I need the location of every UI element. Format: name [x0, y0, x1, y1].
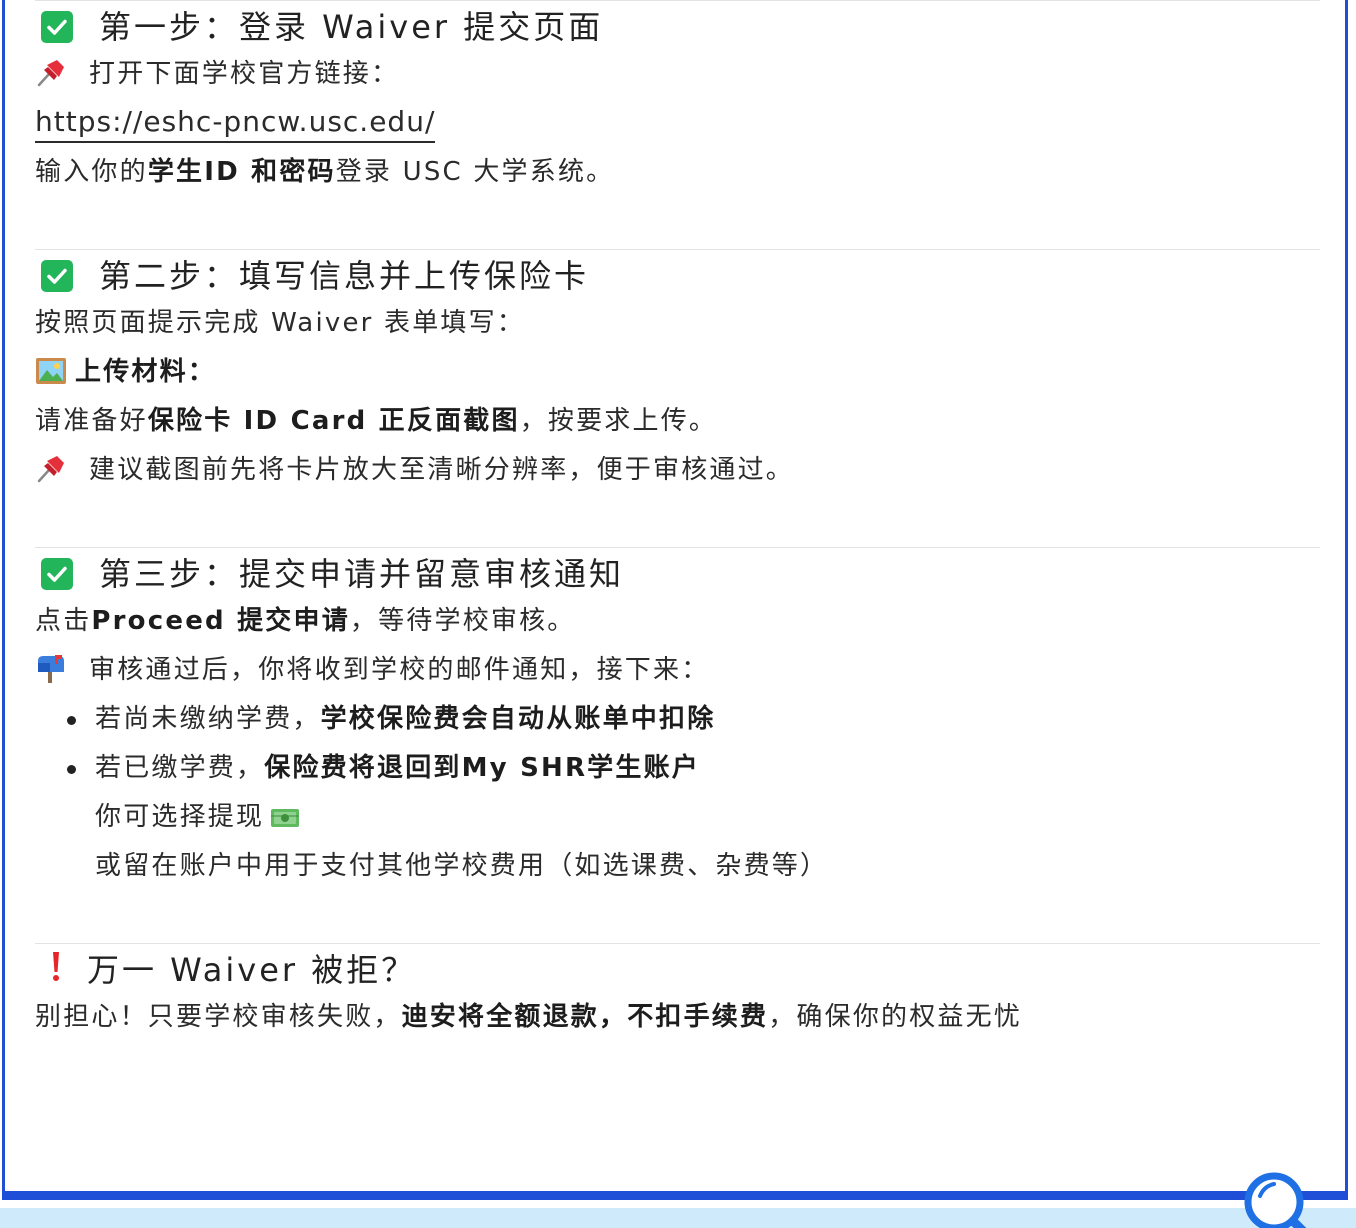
step-1-heading: 第一步：登录 Waiver 提交页面	[35, 1, 1320, 50]
check-icon	[41, 260, 73, 292]
step-3-section: 第三步：提交申请并留意审核通知 点击Proceed 提交申请，等待学校审核。 审…	[35, 548, 1320, 943]
exclamation-icon	[51, 945, 61, 997]
withdraw-line: 你可选择提现	[35, 793, 1320, 842]
picture-icon	[35, 353, 67, 402]
rejected-section: 万一 Waiver 被拒？ 别担心！只要学校审核失败，迪安将全额退款，不扣手续费…	[35, 944, 1320, 1042]
rejected-title: 万一 Waiver 被拒？	[87, 951, 417, 989]
rejected-heading: 万一 Waiver 被拒？	[35, 944, 1320, 993]
magnifier-icon[interactable]	[1238, 1166, 1318, 1228]
login-text-post: 登录 USC 大学系统。	[335, 157, 615, 187]
refund-text-pre: 别担心！只要学校审核失败，	[35, 1002, 402, 1032]
open-link-line: 打开下面学校官方链接：	[35, 50, 1320, 99]
guide-content: 第一步：登录 Waiver 提交页面 打开下面学校官方链接： https://e…	[35, 0, 1320, 1042]
bullet-2-bold: 保险费将退回到My SHR学生账户	[264, 753, 700, 783]
proceed-text-pre: 点击	[35, 606, 92, 636]
bullet-dot	[67, 716, 76, 725]
proceed-text-bold: Proceed 提交申请	[91, 606, 350, 636]
mailbox-icon	[35, 651, 67, 700]
bullet-1-pre: 若尚未缴纳学费，	[95, 704, 321, 734]
withdraw-text: 你可选择提现	[95, 802, 265, 832]
notice-text: 审核通过后，你将收到学校的邮件通知，接下来：	[89, 655, 710, 685]
login-instruction: 输入你的学生ID 和密码登录 USC 大学系统。	[35, 148, 1320, 197]
bullet-dot	[67, 765, 76, 774]
form-instruction: 按照页面提示完成 Waiver 表单填写：	[35, 308, 526, 338]
proceed-instruction: 点击Proceed 提交申请，等待学校审核。	[35, 597, 1320, 646]
upload-label-line: 上传材料：	[35, 348, 1320, 397]
refund-text-post: ，确保你的权益无忧	[768, 1002, 1023, 1032]
list-item: 若尚未缴纳学费，学校保险费会自动从账单中扣除	[35, 695, 1320, 744]
pin-icon	[35, 55, 67, 104]
url-line: https://eshc-pncw.usc.edu/	[35, 99, 1320, 148]
proceed-text-post: ，等待学校审核。	[349, 606, 576, 636]
notice-line: 审核通过后，你将收到学校的邮件通知，接下来：	[35, 646, 1320, 695]
open-link-text: 打开下面学校官方链接：	[89, 59, 400, 89]
login-text-pre: 输入你的	[35, 157, 148, 187]
bottom-band	[0, 1208, 1356, 1228]
list-item: 若已缴学费，保险费将退回到My SHR学生账户	[35, 744, 1320, 793]
step-2-heading: 第二步：填写信息并上传保险卡	[35, 250, 1320, 299]
prepare-text-bold: 保险卡 ID Card 正反面截图	[147, 406, 520, 436]
upload-label: 上传材料：	[75, 357, 217, 387]
usc-link[interactable]: https://eshc-pncw.usc.edu/	[35, 103, 436, 143]
step-1-section: 第一步：登录 Waiver 提交页面 打开下面学校官方链接： https://e…	[35, 1, 1320, 249]
check-icon	[41, 558, 73, 590]
prepare-text-pre: 请准备好	[35, 406, 148, 436]
prepare-instruction: 请准备好保险卡 ID Card 正反面截图，按要求上传。	[35, 397, 1320, 446]
step-2-section: 第二步：填写信息并上传保险卡 按照页面提示完成 Waiver 表单填写： 上传材…	[35, 250, 1320, 547]
prepare-text-post: ，按要求上传。	[519, 406, 718, 436]
step-2-title: 第二步：填写信息并上传保险卡	[99, 257, 590, 295]
tip-text: 建议截图前先将卡片放大至清晰分辨率，便于审核通过。	[89, 455, 795, 485]
refund-text-bold: 迪安将全额退款，不扣手续费	[401, 1002, 769, 1032]
bullet-2-pre: 若已缴学费，	[95, 753, 265, 783]
check-icon	[41, 11, 73, 43]
bullet-1-bold: 学校保险费会自动从账单中扣除	[320, 704, 716, 734]
tip-line: 建议截图前先将卡片放大至清晰分辨率，便于审核通过。	[35, 446, 1320, 495]
login-text-bold: 学生ID 和密码	[147, 157, 336, 187]
step-3-title: 第三步：提交申请并留意审核通知	[99, 555, 625, 593]
keep-in-account-line: 或留在账户中用于支付其他学校费用（如选课费、杂费等）	[95, 851, 829, 881]
money-icon	[270, 798, 300, 847]
step-1-title: 第一步：登录 Waiver 提交页面	[99, 8, 604, 46]
refund-text-line: 别担心！只要学校审核失败，迪安将全额退款，不扣手续费，确保你的权益无忧	[35, 993, 1320, 1042]
step-3-heading: 第三步：提交申请并留意审核通知	[35, 548, 1320, 597]
pin-icon	[35, 451, 67, 500]
